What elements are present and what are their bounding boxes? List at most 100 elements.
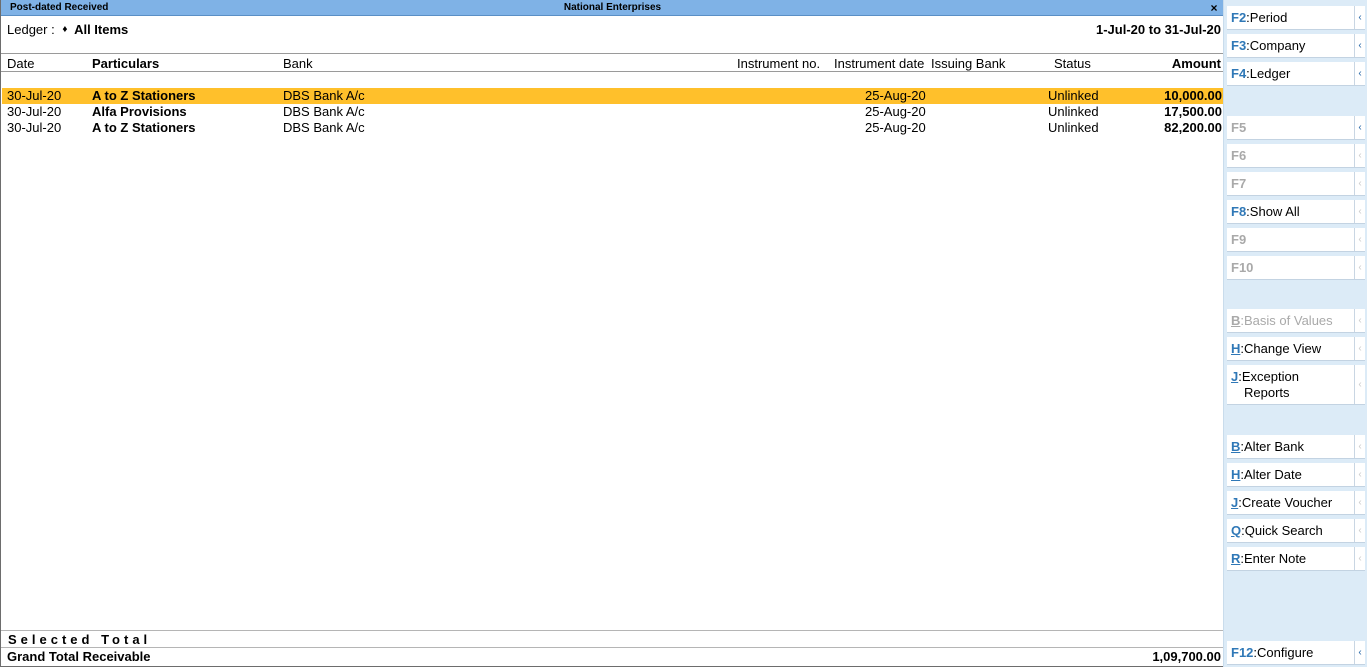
shortcut-key: B bbox=[1231, 439, 1241, 454]
enter-note-button[interactable]: R:Enter Note ‹ bbox=[1227, 547, 1365, 571]
col-header-instrument-date: Instrument date bbox=[834, 56, 925, 71]
shortcut-key: B bbox=[1231, 313, 1241, 328]
col-header-issuing-bank: Issuing Bank bbox=[931, 56, 1006, 71]
cell-instrument-date: 25-Aug-20 bbox=[865, 120, 926, 135]
chevron-left-icon[interactable]: ‹ bbox=[1354, 62, 1365, 85]
shortcut-key: F12 bbox=[1231, 645, 1254, 660]
col-header-amount: Amount bbox=[1171, 56, 1221, 71]
chevron-left-icon[interactable]: ‹ bbox=[1354, 116, 1365, 139]
cell-bank: DBS Bank A/c bbox=[283, 104, 365, 119]
cell-particulars: Alfa Provisions bbox=[92, 104, 187, 119]
chevron-left-icon[interactable]: ‹ bbox=[1354, 6, 1365, 29]
chevron-left-icon[interactable]: ‹ bbox=[1354, 337, 1365, 360]
shortcut-key: R bbox=[1231, 551, 1241, 566]
exception-reports-button[interactable]: J:Exception Reports ‹ bbox=[1227, 365, 1365, 405]
cell-status: Unlinked bbox=[1048, 88, 1099, 103]
shortcut-key: F4 bbox=[1231, 66, 1247, 81]
button-label: Company bbox=[1249, 38, 1306, 53]
configure-button[interactable]: F12:Configure ‹ bbox=[1227, 641, 1365, 665]
table-row[interactable]: 30-Jul-20 A to Z Stationers DBS Bank A/c… bbox=[2, 120, 1223, 136]
company-name: National Enterprises bbox=[563, 2, 662, 13]
diamond-icon: ♦ bbox=[62, 24, 68, 35]
f10-button: F10 ‹ bbox=[1227, 256, 1365, 280]
button-label: Alter Bank bbox=[1244, 439, 1304, 454]
alter-bank-button[interactable]: B:Alter Bank ‹ bbox=[1227, 435, 1365, 459]
shortcut-key: F10 bbox=[1231, 260, 1254, 275]
change-view-button[interactable]: H:Change View ‹ bbox=[1227, 337, 1365, 361]
period-range: 1-Jul-20 to 31-Jul-20 bbox=[1096, 22, 1221, 37]
selected-total-label: Selected Total bbox=[8, 632, 152, 647]
button-label: Exception bbox=[1241, 369, 1299, 384]
basis-of-values-button: B:Basis of Values ‹ bbox=[1227, 309, 1365, 333]
button-label: Period bbox=[1249, 10, 1288, 25]
chevron-left-icon[interactable]: ‹ bbox=[1354, 365, 1365, 404]
ledger-filter: Ledger : ♦ All Items bbox=[7, 22, 128, 37]
shortcut-key: J bbox=[1231, 495, 1239, 510]
shortcut-key: H bbox=[1231, 341, 1241, 356]
grand-total-label: Grand Total Receivable bbox=[7, 649, 151, 664]
quick-search-button[interactable]: Q:Quick Search ‹ bbox=[1227, 519, 1365, 543]
f6-button: F6 ‹ bbox=[1227, 144, 1365, 168]
cell-particulars: A to Z Stationers bbox=[92, 88, 196, 103]
company-button[interactable]: F3:Company ‹ bbox=[1227, 34, 1365, 58]
chevron-left-icon[interactable]: ‹ bbox=[1354, 547, 1365, 570]
shortcut-key: F5 bbox=[1231, 120, 1247, 135]
ledger-value: All Items bbox=[74, 22, 129, 37]
shortcut-key: H bbox=[1231, 467, 1241, 482]
f7-button: F7 ‹ bbox=[1227, 172, 1365, 196]
button-bar: F2:Period ‹ F3:Company ‹ F4:Ledger ‹ F5 … bbox=[1223, 0, 1367, 667]
ledger-label: Ledger : bbox=[7, 22, 55, 37]
cell-instrument-date: 25-Aug-20 bbox=[865, 104, 926, 119]
chevron-left-icon[interactable]: ‹ bbox=[1354, 641, 1365, 664]
chevron-left-icon: ‹ bbox=[1354, 144, 1365, 167]
title-bar: Post-dated Received National Enterprises… bbox=[1, 0, 1224, 16]
f9-button: F9 ‹ bbox=[1227, 228, 1365, 252]
cell-amount: 17,500.00 bbox=[1164, 104, 1222, 119]
chevron-left-icon[interactable]: ‹ bbox=[1354, 34, 1365, 57]
button-label: Show All bbox=[1249, 204, 1300, 219]
shortcut-key: F8 bbox=[1231, 204, 1247, 219]
col-header-instrument-no: Instrument no. bbox=[737, 56, 821, 71]
col-header-bank: Bank bbox=[283, 56, 313, 71]
col-header-particulars: Particulars bbox=[92, 56, 160, 71]
button-label: Configure bbox=[1257, 645, 1314, 660]
cell-date: 30-Jul-20 bbox=[7, 104, 62, 119]
create-voucher-button[interactable]: J:Create Voucher ‹ bbox=[1227, 491, 1365, 515]
f5-button: F5 ‹ bbox=[1227, 116, 1365, 140]
col-header-status: Status bbox=[1054, 56, 1091, 71]
footer-divider bbox=[1, 647, 1224, 648]
chevron-left-icon: ‹ bbox=[1354, 309, 1365, 332]
chevron-left-icon: ‹ bbox=[1354, 256, 1365, 279]
alter-date-button[interactable]: H:Alter Date ‹ bbox=[1227, 463, 1365, 487]
shortcut-key: F2 bbox=[1231, 10, 1247, 25]
period-button[interactable]: F2:Period ‹ bbox=[1227, 6, 1365, 30]
shortcut-key: F3 bbox=[1231, 38, 1247, 53]
chevron-left-icon[interactable]: ‹ bbox=[1354, 200, 1365, 223]
chevron-left-icon[interactable]: ‹ bbox=[1354, 463, 1365, 486]
cell-amount: 10,000.00 bbox=[1164, 88, 1222, 103]
button-label: Change View bbox=[1244, 341, 1322, 356]
grand-total-amount: 1,09,700.00 bbox=[1152, 649, 1221, 664]
ledger-button[interactable]: F4:Ledger ‹ bbox=[1227, 62, 1365, 86]
table-row[interactable]: 30-Jul-20 A to Z Stationers DBS Bank A/c… bbox=[2, 88, 1223, 104]
chevron-left-icon[interactable]: ‹ bbox=[1354, 491, 1365, 514]
close-icon[interactable]: × bbox=[1207, 0, 1221, 16]
cell-status: Unlinked bbox=[1048, 120, 1099, 135]
button-label: Enter Note bbox=[1244, 551, 1307, 566]
table-row[interactable]: 30-Jul-20 Alfa Provisions DBS Bank A/c 2… bbox=[2, 104, 1223, 120]
cell-bank: DBS Bank A/c bbox=[283, 88, 365, 103]
cell-amount: 82,200.00 bbox=[1164, 120, 1222, 135]
cell-date: 30-Jul-20 bbox=[7, 120, 62, 135]
shortcut-key: F6 bbox=[1231, 148, 1247, 163]
chevron-left-icon[interactable]: ‹ bbox=[1354, 519, 1365, 542]
button-label: Quick Search bbox=[1244, 523, 1323, 538]
cell-bank: DBS Bank A/c bbox=[283, 120, 365, 135]
chevron-left-icon[interactable]: ‹ bbox=[1354, 435, 1365, 458]
button-label: Basis of Values bbox=[1244, 313, 1333, 328]
show-all-button[interactable]: F8:Show All ‹ bbox=[1227, 200, 1365, 224]
shortcut-key: Q bbox=[1231, 523, 1242, 538]
header-divider-bottom bbox=[1, 71, 1224, 72]
cell-date: 30-Jul-20 bbox=[7, 88, 62, 103]
report-pane: Post-dated Received National Enterprises… bbox=[0, 0, 1224, 667]
button-label: Ledger bbox=[1249, 66, 1291, 81]
